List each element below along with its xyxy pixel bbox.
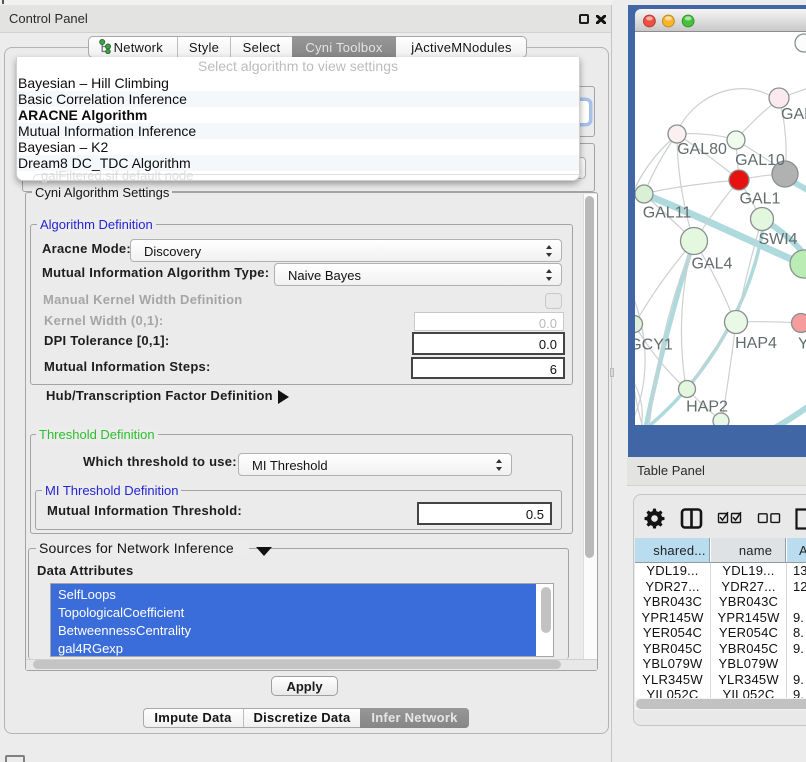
svg-text:HAP4: HAP4 [735, 335, 777, 352]
svg-text:GAL10: GAL10 [735, 152, 785, 169]
svg-text:GAL80: GAL80 [677, 141, 727, 158]
svg-text:GAL4: GAL4 [692, 256, 733, 273]
svg-text:GCY1: GCY1 [635, 337, 673, 354]
svg-text:Y: Y [798, 336, 806, 353]
svg-text:GAL11: GAL11 [643, 205, 692, 222]
svg-text:GAL: GAL [781, 106, 806, 123]
svg-text:GAL1: GAL1 [740, 191, 781, 208]
svg-text:SWI4: SWI4 [758, 231, 797, 248]
svg-text:HAP2: HAP2 [686, 399, 728, 416]
